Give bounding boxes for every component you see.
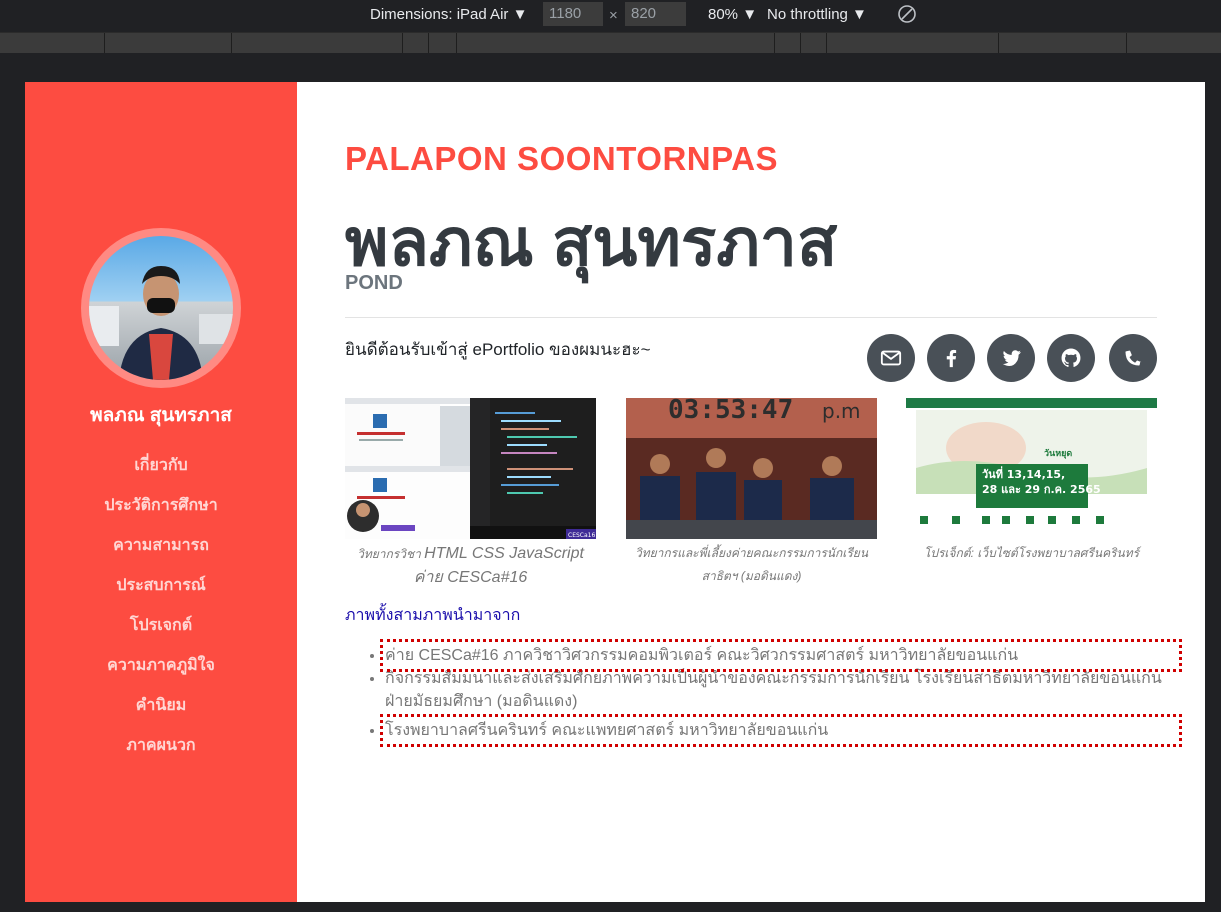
phone-icon [1125, 350, 1142, 366]
list-item: กิจกรรมสัมมนาและส่งเสริมศักยภาพความเป็นผ… [385, 667, 1177, 713]
twitter-link[interactable] [987, 334, 1035, 382]
caret-down-icon: ▼ [852, 6, 867, 23]
phone-link[interactable] [1109, 334, 1157, 382]
facebook-link[interactable] [927, 334, 975, 382]
gallery-image-hospital-website[interactable]: วันที่ 13,14,15, 28 และ 29 ก.ค. 2565 วัน… [906, 398, 1157, 539]
throttling-select[interactable]: No throttling ▼ [767, 6, 867, 23]
sidebar-name[interactable]: พลภณ สุนทรภาส [25, 400, 297, 430]
page-viewport: พลภณ สุนทรภาส เกี่ยวกับ ประวัติการศึกษา … [25, 82, 1205, 902]
zoom-label: 80% [708, 6, 739, 23]
sidebar: พลภณ สุนทรภาส เกี่ยวกับ ประวัติการศึกษา … [25, 82, 297, 902]
nav-item-experience[interactable]: ประสบการณ์ [25, 574, 297, 614]
times-separator: × [609, 7, 618, 24]
caption-camp: ค่าย CESCa#16 [413, 569, 528, 586]
divider [345, 317, 1157, 318]
media-query-ruler[interactable] [0, 32, 1221, 54]
devtools-device-toolbar: Dimensions: iPad Air ▼ 1180 × 820 80% ▼ … [0, 0, 1221, 30]
nav-item-testimonials[interactable]: คำนิยม [25, 694, 297, 734]
github-icon [1061, 348, 1081, 368]
cesca-badge: CESCa16 [568, 532, 595, 539]
hospital-dates-2: 28 และ 29 ก.ค. 2565 [982, 483, 1101, 496]
avatar [81, 228, 241, 388]
rotate-icon[interactable] [897, 4, 917, 28]
thai-name-heading: พลภณ สุนทรภาส [345, 205, 838, 279]
nickname: POND [345, 272, 403, 294]
welcome-text: ยินดีต้อนรับเข้าสู่ ePortfolio ของผมนะฮะ… [345, 340, 651, 359]
facebook-icon [946, 349, 957, 368]
throttling-label: No throttling [767, 6, 848, 23]
english-name-heading: PALAPON SOONTORNPAS [345, 140, 779, 177]
social-links [867, 334, 1157, 382]
list-item: ค่าย CESCa#16 ภาควิชาวิศวกรรมคอมพิวเตอร์… [380, 639, 1182, 672]
gallery-caption-3: โปรเจ็กต์: เว็บไซต์โรงพยาบาลศรีนครินทร์ [923, 546, 1140, 560]
twitter-icon [1002, 350, 1021, 367]
device-width-input[interactable]: 1180 [543, 2, 603, 26]
device-height-input[interactable]: 820 [625, 2, 686, 26]
gallery-image-html-css-js[interactable]: CESCa16 [345, 398, 596, 539]
nav-item-education[interactable]: ประวัติการศึกษา [25, 494, 297, 534]
zoom-select[interactable]: 80% ▼ [708, 6, 757, 23]
timer-suffix: p.m [822, 399, 861, 423]
caret-down-icon: ▼ [742, 6, 758, 23]
device-dimensions-label: Dimensions: iPad Air [370, 6, 509, 23]
gallery-caption-1: วิทยากรวิชา HTML CSS JavaScript ค่าย CES… [345, 542, 596, 590]
nav-item-skills[interactable]: ความสามารถ [25, 534, 297, 574]
gallery-caption-2: วิทยากรและพี่เลี้ยงค่ายคณะกรรมการนักเรีย… [634, 546, 869, 583]
nav-item-appendix[interactable]: ภาคผนวก [25, 734, 297, 774]
caret-down-icon: ▼ [512, 6, 528, 23]
list-item: โรงพยาบาลศรีนครินทร์ คณะแพทยศาสตร์ มหาวิ… [380, 714, 1182, 747]
profile-photo [89, 236, 233, 380]
image-sources-list: ค่าย CESCa#16 ภาควิชาวิศวกรรมคอมพิวเตอร์… [365, 639, 1182, 747]
image-sources-link[interactable]: ภาพทั้งสามภาพนำมาจาก [345, 603, 520, 628]
hospital-dates-1: วันที่ 13,14,15, [982, 466, 1065, 481]
nav-item-about[interactable]: เกี่ยวกับ [25, 454, 297, 494]
nav-item-projects[interactable]: โปรเจกต์ [25, 614, 297, 654]
envelope-icon [880, 350, 902, 366]
nav-item-achievements[interactable]: ความภาคภูมิใจ [25, 654, 297, 694]
hospital-holiday: วันหยุด [1044, 448, 1072, 459]
sidebar-nav: เกี่ยวกับ ประวัติการศึกษา ความสามารถ ประ… [25, 454, 297, 774]
caption-subject: HTML CSS JavaScript [424, 545, 584, 562]
email-link[interactable] [867, 334, 915, 382]
gallery-image-student-council-camp[interactable]: 03:53:47 p.m [626, 398, 877, 539]
github-link[interactable] [1047, 334, 1095, 382]
caption-prefix: วิทยากรวิชา [357, 547, 421, 561]
device-dimensions-select[interactable]: Dimensions: iPad Air ▼ [370, 6, 527, 23]
timer-display: 03:53:47 [668, 398, 793, 425]
